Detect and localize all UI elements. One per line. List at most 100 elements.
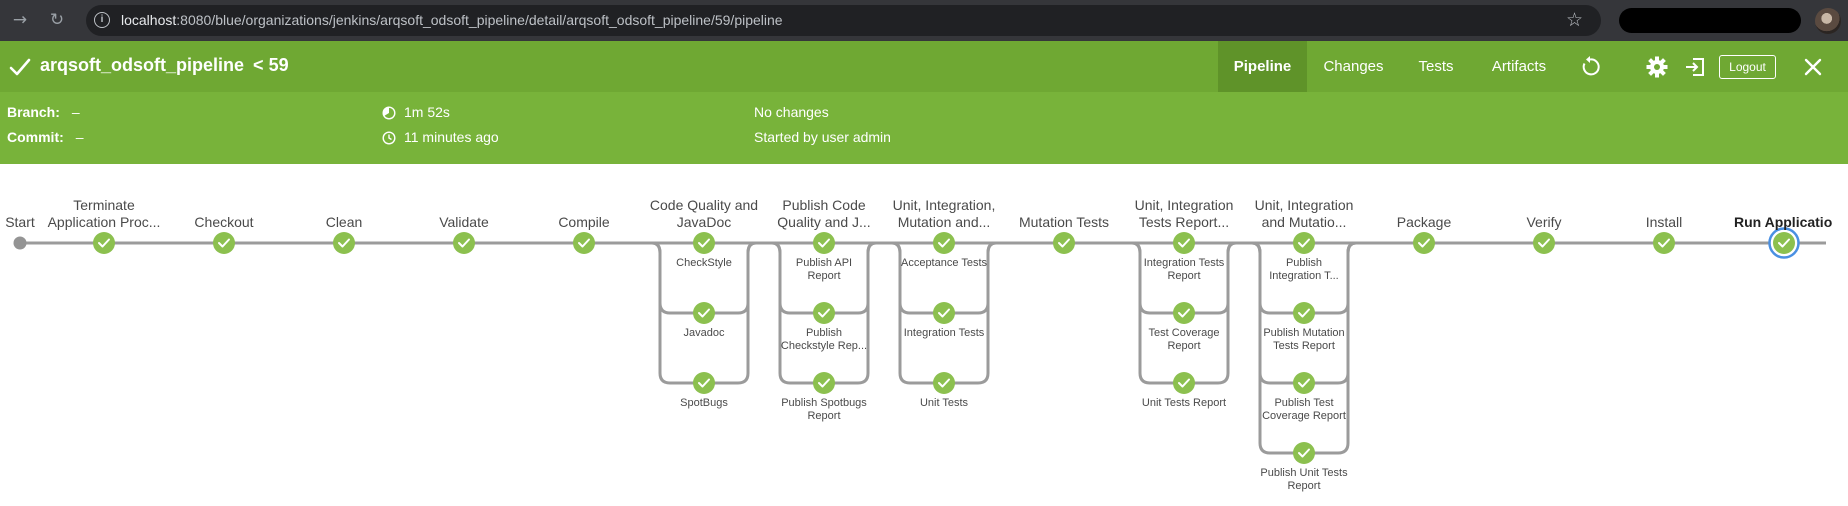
stage-label-line: Run Applicatio	[1734, 214, 1833, 230]
branch-row: Branch: –	[7, 104, 80, 120]
stage-mutation-tests-node[interactable]	[1053, 232, 1075, 254]
branch-label-test-coverage-report[interactable]: Test Coverage Report	[1129, 327, 1239, 353]
tab-artifacts[interactable]: Artifacts	[1472, 41, 1566, 92]
stage-label-verify[interactable]: Verify	[1484, 214, 1604, 231]
stage-package-node[interactable]	[1413, 232, 1435, 254]
branch-label-acceptance-tests[interactable]: Acceptance Tests	[889, 257, 999, 270]
pipeline-graph: Start Terminate Application Proc... Checkou…	[0, 164, 1848, 506]
branch-label-publish-unit-tests-report[interactable]: Publish Unit Tests Report	[1249, 467, 1359, 493]
stage-label-unit-integration-and-mutatio[interactable]: Unit, Integration and Mutatio...	[1244, 197, 1364, 231]
logout-button[interactable]: Logout	[1719, 55, 1776, 79]
branch-label-line: Publish Test	[1274, 397, 1334, 409]
stage-verify-node[interactable]	[1533, 232, 1555, 254]
branch-label-line: Tests Report	[1273, 340, 1335, 352]
branch-integration-tests-report-node[interactable]	[1173, 232, 1195, 254]
branch-test-coverage-report-node[interactable]	[1173, 302, 1195, 324]
branch-unit-tests-node[interactable]	[933, 372, 955, 394]
branch-publish-integration-t-node[interactable]	[1293, 232, 1315, 254]
stage-label-line: Publish Code	[782, 197, 866, 213]
branch-publish-unit-tests-report-node[interactable]	[1293, 442, 1315, 464]
stage-label-validate[interactable]: Validate	[404, 214, 524, 231]
site-info-icon[interactable]: i	[94, 12, 110, 28]
branch-label-unit-tests-report[interactable]: Unit Tests Report	[1129, 397, 1239, 410]
stage-label-line: Code Quality and	[649, 197, 759, 213]
branch-checkstyle-node[interactable]	[693, 232, 715, 254]
stage-label-publish-code-quality-and-j[interactable]: Publish Code Quality and J...	[764, 197, 884, 231]
avatar[interactable]	[1815, 8, 1841, 34]
stage-label-line: Compile	[558, 214, 610, 230]
stage-label-line: Install	[1645, 214, 1683, 230]
tab-pipeline[interactable]: Pipeline	[1218, 41, 1307, 92]
pipeline-name[interactable]: arqsoft_odsoft_pipeline	[40, 55, 244, 75]
branch-javadoc-node[interactable]	[693, 302, 715, 324]
branch-label-unit-tests[interactable]: Unit Tests	[889, 397, 999, 410]
stage-label-line: Tests Report...	[1138, 214, 1230, 230]
branch-integration-tests-node[interactable]	[933, 302, 955, 324]
stage-label-line: Application Proc...	[47, 214, 161, 230]
stage-install-node[interactable]	[1653, 232, 1675, 254]
branch-value: –	[71, 104, 80, 120]
branch-label-publish-checkstyle-rep[interactable]: Publish Checkstyle Rep...	[769, 327, 879, 353]
branch-label-checkstyle[interactable]: CheckStyle	[649, 257, 759, 270]
stage-label-package[interactable]: Package	[1364, 214, 1484, 231]
stage-label-compile[interactable]: Compile	[524, 214, 644, 231]
tab-changes[interactable]: Changes	[1307, 41, 1400, 92]
branch-label-integration-tests[interactable]: Integration Tests	[889, 327, 999, 340]
branch-publish-checkstyle-rep-node[interactable]	[813, 302, 835, 324]
branch-label-line: Publish API	[795, 257, 853, 269]
start-label: Start	[5, 214, 35, 230]
branch-publish-test-coverage-report-node[interactable]	[1293, 372, 1315, 394]
stage-run-applicatio-node[interactable]	[1773, 232, 1795, 254]
branch-unit-tests-report-node[interactable]	[1173, 372, 1195, 394]
gear-icon[interactable]	[1645, 55, 1669, 79]
branch-label-publish-spotbugs-report[interactable]: Publish Spotbugs Report	[769, 397, 879, 423]
branch-label-publish-mutation-tests-report[interactable]: Publish Mutation Tests Report	[1249, 327, 1359, 353]
branch-label-publish-api-report[interactable]: Publish API Report	[769, 257, 879, 283]
stage-label-unit-integration-mutation-and[interactable]: Unit, Integration, Mutation and...	[884, 197, 1004, 231]
branch-label-line: Publish	[1285, 257, 1323, 269]
stage-checkout-node[interactable]	[213, 232, 235, 254]
branch-label-line: Publish Unit Tests	[1260, 467, 1348, 479]
changes-text: No changes	[754, 104, 829, 120]
url-path: :8080/blue/organizations/jenkins/arqsoft…	[176, 12, 783, 28]
reload-icon[interactable]: ↻	[46, 9, 68, 31]
back-chevron-icon[interactable]: <	[253, 55, 264, 75]
branch-acceptance-tests-node[interactable]	[933, 232, 955, 254]
branch-publish-mutation-tests-report-node[interactable]	[1293, 302, 1315, 324]
stage-label-install[interactable]: Install	[1604, 214, 1724, 231]
start-node	[13, 236, 27, 250]
branch-label-spotbugs[interactable]: SpotBugs	[649, 397, 759, 410]
stage-label-run-applicatio[interactable]: Run Applicatio	[1734, 214, 1844, 231]
stage-label-clean[interactable]: Clean	[284, 214, 404, 231]
branch-publish-spotbugs-report-node[interactable]	[813, 372, 835, 394]
stage-terminate-application-proc-node[interactable]	[93, 232, 115, 254]
stage-compile-node[interactable]	[573, 232, 595, 254]
stage-label-checkout[interactable]: Checkout	[164, 214, 284, 231]
bookmark-star-icon[interactable]: ☆	[1566, 9, 1583, 31]
success-check-icon	[9, 58, 31, 76]
stage-label-code-quality-and-javadoc[interactable]: Code Quality and JavaDoc	[644, 197, 764, 231]
branch-spotbugs-node[interactable]	[693, 372, 715, 394]
branch-label-javadoc[interactable]: Javadoc	[649, 327, 759, 340]
stage-validate-node[interactable]	[453, 232, 475, 254]
branch-label-line: Publish Spotbugs	[781, 397, 867, 409]
stage-clean-node[interactable]	[333, 232, 355, 254]
close-icon[interactable]	[1801, 55, 1825, 79]
stage-label-line: Unit, Integration,	[892, 197, 996, 213]
branch-label-line: Coverage Report	[1262, 410, 1346, 422]
page-title: arqsoft_odsoft_pipeline < 59	[40, 55, 289, 76]
stage-label-mutation-tests[interactable]: Mutation Tests	[1004, 214, 1124, 231]
forward-icon[interactable]: →	[9, 9, 31, 31]
browser-toolbar: → ↻ i localhost:8080/blue/organizations/…	[0, 0, 1848, 41]
exit-classic-icon[interactable]	[1683, 55, 1707, 79]
url-text[interactable]: localhost:8080/blue/organizations/jenkin…	[121, 12, 783, 28]
rerun-icon[interactable]	[1578, 55, 1602, 79]
branch-label-publish-test-coverage-report[interactable]: Publish Test Coverage Report	[1249, 397, 1359, 423]
branch-label-integration-tests-report[interactable]: Integration Tests Report	[1129, 257, 1239, 283]
branch-label-publish-integration-t[interactable]: Publish Integration T...	[1249, 257, 1359, 283]
stage-label-unit-integration-tests-report[interactable]: Unit, Integration Tests Report...	[1124, 197, 1244, 231]
tab-tests[interactable]: Tests	[1400, 41, 1472, 92]
stage-label-terminate-application-proc[interactable]: Terminate Application Proc...	[44, 197, 164, 231]
branch-publish-api-report-node[interactable]	[813, 232, 835, 254]
stage-label-line: Validate	[439, 214, 489, 230]
